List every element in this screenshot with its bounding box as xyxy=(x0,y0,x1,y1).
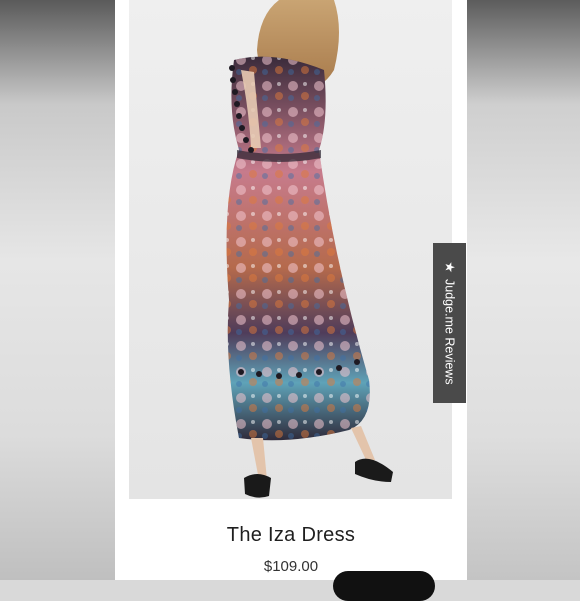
product-card: The Iza Dress $109.00 xyxy=(115,0,467,601)
background-blur-right xyxy=(467,0,580,580)
reviews-tab-label: Judge.me Reviews xyxy=(442,279,457,385)
product-title: The Iza Dress xyxy=(226,524,356,546)
add-to-cart-button[interactable] xyxy=(333,571,435,601)
star-icon: ★ xyxy=(442,261,458,274)
judge-me-reviews-tab[interactable]: ★ Judge.me Reviews xyxy=(433,243,466,403)
dress-illustration xyxy=(129,0,452,499)
product-image[interactable] xyxy=(129,0,452,499)
background-blur-left xyxy=(0,0,115,580)
